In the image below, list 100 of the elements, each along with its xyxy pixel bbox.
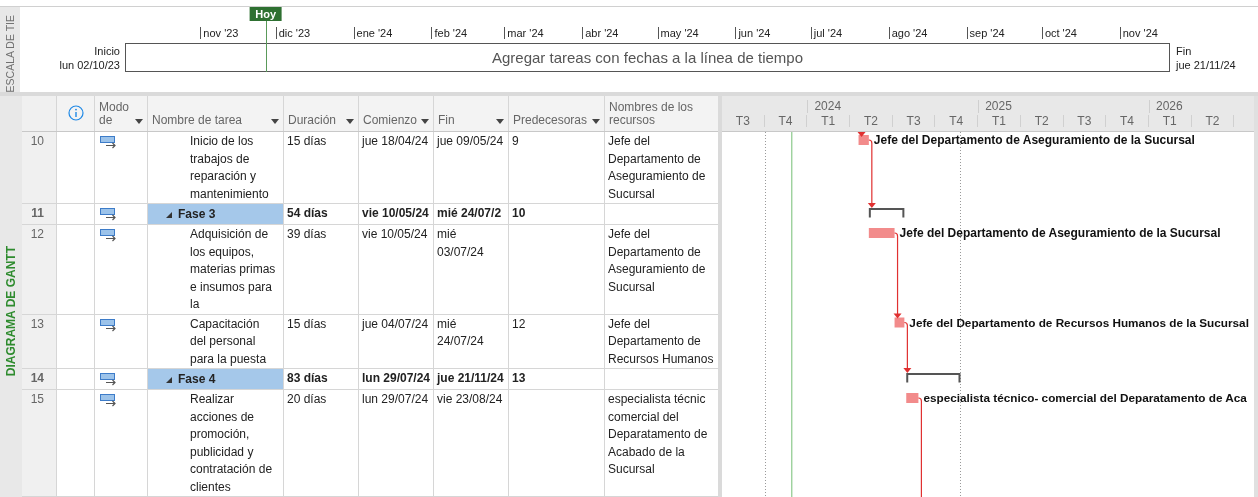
table-cell-text: vie 10/05/24 [362, 205, 430, 222]
quarter-label: T3 [1077, 114, 1092, 128]
month-label: dic '23 [275, 27, 311, 39]
summary-bar[interactable] [906, 373, 961, 384]
summary-bar[interactable] [868, 208, 905, 219]
bar-label: Jefe del Departamento de Aseguramiento de la Sucursal [873, 133, 1195, 147]
schedule-mode-icon [100, 373, 117, 386]
quarter-label: T4 [949, 114, 964, 128]
today-label: Hoy [249, 7, 283, 21]
column-header[interactable]: Duración [288, 114, 337, 127]
table-cell-text: 12 [512, 315, 527, 333]
table-cell-text: vie 10/05/24 [362, 226, 429, 243]
month-label: ene '24 [353, 27, 393, 39]
dependency-arrow [857, 132, 866, 137]
collapse-icon[interactable] [166, 376, 172, 383]
dropdown-arrow-icon[interactable] [496, 119, 504, 124]
schedule-mode-icon [100, 229, 117, 242]
quarter-label: T4 [1120, 114, 1135, 128]
task-name[interactable]: Realizar acciones de promoción, publicidad y contratación de clientes [190, 391, 277, 496]
bar-label: Jefe del Departamento de Aseguramiento de la Sucursal [899, 226, 1221, 240]
table-cell-text: vie 23/08/24 [437, 391, 504, 408]
timeline-placeholder: Agregar tareas con fechas a la línea de tiempo [492, 49, 803, 66]
task-bar[interactable] [858, 135, 869, 145]
timeline-bar[interactable]: Agregar tareas con fechas a la línea de tiempo [125, 43, 1170, 72]
table-cell-text: Jefe del Departamento de Aseguramiento de Sucursal [608, 226, 707, 296]
start-label: Inicio [93, 44, 120, 58]
month-label: feb '24 [431, 27, 468, 39]
table-cell-text: jue 21/11/24 [437, 370, 505, 387]
task-name[interactable]: Adquisición de los equipos, materias primas e insumos para la [190, 226, 277, 314]
dropdown-arrow-icon[interactable] [135, 119, 143, 124]
year-label: 2026 [1149, 100, 1183, 113]
table-cell-text: mié 03/07/24 [437, 226, 485, 261]
table-cell-text: lun 29/07/24 [362, 370, 431, 387]
month-label: may '24 [657, 27, 699, 39]
table-cell-text: jue 09/05/24 [437, 133, 505, 150]
table-cell-text: 54 días [287, 205, 329, 222]
quarter-label: T2 [1034, 114, 1049, 128]
month-label: sep '24 [966, 27, 1005, 39]
month-label: nov '24 [1119, 27, 1158, 39]
year-label: 2024 [807, 100, 842, 113]
quarter-label: T2 [863, 114, 878, 128]
row-number: 14 [22, 369, 57, 389]
column-header[interactable]: Comienzo [363, 114, 418, 127]
table-cell-text: Jefe del Departamento de Recursos Humanos [608, 315, 715, 368]
quarter-label: T3 [735, 114, 750, 128]
month-label: oct '24 [1041, 27, 1077, 39]
month-label: abr '24 [582, 27, 619, 39]
schedule-mode-icon [100, 394, 117, 407]
row-number: 12 [22, 225, 57, 314]
table-cell-text: 39 días [287, 226, 328, 243]
dependency-arrow [867, 139, 876, 208]
quarter-label: T1 [821, 114, 836, 128]
column-header[interactable]: Nombre de tarea [152, 114, 243, 127]
month-label: jul '24 [810, 27, 843, 39]
collapse-icon[interactable] [166, 211, 172, 218]
table-cell-text: especialista técnic comercial del Deparatamento de Acabado de la Sucursal [608, 391, 709, 478]
end-date: jue 21/11/24 [1176, 58, 1237, 72]
table-cell-text: mié 24/07/24 [437, 315, 485, 350]
table-cell-text: 20 días [287, 391, 328, 408]
quarter-label: T4 [778, 114, 793, 128]
column-header[interactable]: Predecesoras [513, 114, 588, 127]
table-cell-text: 13 [512, 370, 527, 387]
quarter-label: T1 [1162, 114, 1177, 128]
year-label: 2025 [978, 100, 1012, 113]
table-cell-text: 15 días [287, 315, 328, 333]
dropdown-arrow-icon[interactable] [346, 119, 354, 124]
dropdown-arrow-icon[interactable] [271, 119, 279, 124]
column-header[interactable]: Modo de [99, 101, 132, 127]
dropdown-arrow-icon[interactable] [592, 119, 600, 124]
schedule-mode-icon [100, 208, 117, 221]
table-cell-text: 83 días [287, 370, 329, 387]
table-cell-text: Jefe del Departamento de Aseguramiento de Sucursal [608, 133, 707, 203]
row-number: 11 [22, 204, 57, 224]
row-number: 10 [22, 132, 57, 203]
task-name[interactable]: Inicio de los trabajos de reparación y mantenimiento [190, 133, 277, 203]
start-date: lun 02/10/23 [58, 58, 120, 72]
bar-label: Jefe del Departamento de Recursos Humanos de la Sucursal [909, 315, 1249, 329]
month-label: mar '24 [504, 27, 544, 39]
quarter-label: T2 [1205, 114, 1220, 128]
table-cell-text: 9 [512, 133, 520, 150]
table-cell-text: lun 29/07/24 [362, 391, 430, 408]
table-cell-text: jue 18/04/24 [362, 133, 430, 150]
schedule-mode-icon [100, 318, 117, 332]
end-label: Fin [1176, 44, 1193, 58]
task-name[interactable]: Capacitación del personal para la puesta [190, 315, 277, 368]
table-cell-text: 10 [512, 205, 527, 222]
quarter-label: T3 [906, 114, 921, 128]
table-cell-text: mié 24/07/2 [437, 205, 503, 222]
month-label: ago '24 [888, 27, 928, 39]
dropdown-arrow-icon[interactable] [421, 119, 429, 124]
month-label: nov '23 [200, 27, 239, 39]
table-cell-text: 15 días [287, 133, 328, 150]
today-line [265, 21, 267, 72]
column-header[interactable]: Nombres de los recursos [609, 101, 714, 127]
column-header[interactable]: Fin [438, 114, 455, 127]
month-label: jun '24 [735, 27, 771, 39]
bar-label: especialista técnico- comercial del Deparatamento de Aca [923, 391, 1247, 404]
row-number: 15 [22, 390, 57, 496]
row-number: 13 [22, 314, 57, 368]
schedule-mode-icon [100, 136, 117, 149]
